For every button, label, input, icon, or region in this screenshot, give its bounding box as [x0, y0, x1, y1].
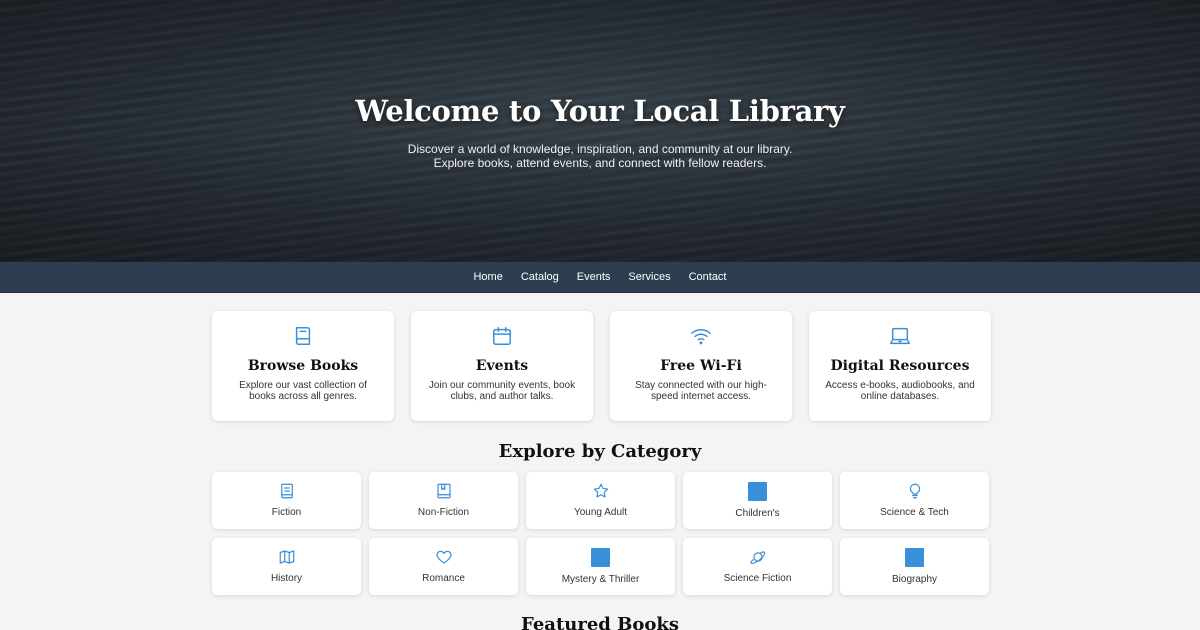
category-label: Young Adult [573, 507, 628, 518]
lightbulb-icon [909, 483, 920, 499]
category-mystery-thriller[interactable]: Mystery & Thriller [526, 538, 675, 595]
category-non-fiction[interactable]: Non-Fiction [369, 472, 518, 529]
hero-banner: Welcome to Your Local Library Discover a… [0, 0, 1200, 262]
square-icon [905, 548, 924, 567]
category-section-title: Explore by Category [498, 441, 702, 462]
book-icon [295, 327, 311, 345]
nav-home[interactable]: Home [464, 262, 511, 293]
nav-services[interactable]: Services [619, 262, 679, 293]
category-label: Biography [891, 574, 938, 585]
category-young-adult[interactable]: Young Adult [526, 472, 675, 529]
star-icon [593, 483, 608, 498]
nav-events[interactable]: Events [568, 262, 620, 293]
category-label: Mystery & Thriller [561, 574, 640, 585]
feature-card-digital-resources[interactable]: Digital Resources Access e-books, audiob… [809, 311, 991, 421]
main-nav: Home Catalog Events Services Contact [0, 262, 1200, 293]
laptop-icon [890, 327, 910, 345]
category-label: Science Fiction [723, 573, 792, 584]
category-label: Children's [735, 508, 780, 519]
feature-card-events[interactable]: Events Join our community events, book c… [411, 311, 593, 421]
category-fiction[interactable]: Fiction [212, 472, 361, 529]
hero-subtitle: Discover a world of knowledge, inspirati… [407, 142, 793, 170]
wifi-icon [691, 329, 711, 345]
featured-section-title: Featured Books [521, 614, 679, 630]
category-romance[interactable]: Romance [369, 538, 518, 595]
map-icon [279, 550, 294, 564]
calendar-icon [493, 327, 511, 345]
feature-desc: Explore our vast collection of books acr… [239, 380, 367, 402]
category-biography[interactable]: Biography [840, 538, 989, 595]
hero-content: Welcome to Your Local Library Discover a… [0, 94, 1200, 170]
feature-card-browse-books[interactable]: Browse Books Explore our vast collection… [212, 311, 394, 421]
nav-contact[interactable]: Contact [680, 262, 736, 293]
category-science-tech[interactable]: Science & Tech [840, 472, 989, 529]
feature-title: Digital Resources [830, 358, 970, 374]
category-label: Non-Fiction [417, 507, 470, 518]
heart-icon [435, 550, 452, 564]
planet-icon [749, 551, 765, 565]
hero-title: Welcome to Your Local Library [355, 94, 845, 128]
feature-desc: Access e-books, audiobooks, and online d… [825, 380, 975, 402]
category-childrens[interactable]: Children's [683, 472, 832, 529]
category-label: Fiction [271, 507, 302, 518]
book-icon [280, 483, 293, 499]
feature-title: Events [475, 358, 529, 374]
category-label: History [270, 573, 303, 584]
feature-cards: Browse Books Explore our vast collection… [212, 311, 991, 421]
feature-title: Browse Books [247, 358, 359, 374]
category-science-fiction[interactable]: Science Fiction [683, 538, 832, 595]
square-icon [748, 482, 767, 501]
category-label: Science & Tech [880, 507, 949, 518]
feature-card-wifi[interactable]: Free Wi-Fi Stay connected with our high-… [610, 311, 792, 421]
feature-desc: Join our community events, book clubs, a… [428, 380, 576, 402]
nav-catalog[interactable]: Catalog [512, 262, 568, 293]
open-book-icon [436, 483, 451, 499]
feature-title: Free Wi-Fi [660, 358, 742, 374]
feature-desc: Stay connected with our high-speed inter… [635, 380, 767, 402]
category-history[interactable]: History [212, 538, 361, 595]
square-icon [591, 548, 610, 567]
category-label: Romance [422, 573, 465, 584]
category-grid: Fiction Non-Fiction Young Adult Children… [212, 472, 991, 595]
